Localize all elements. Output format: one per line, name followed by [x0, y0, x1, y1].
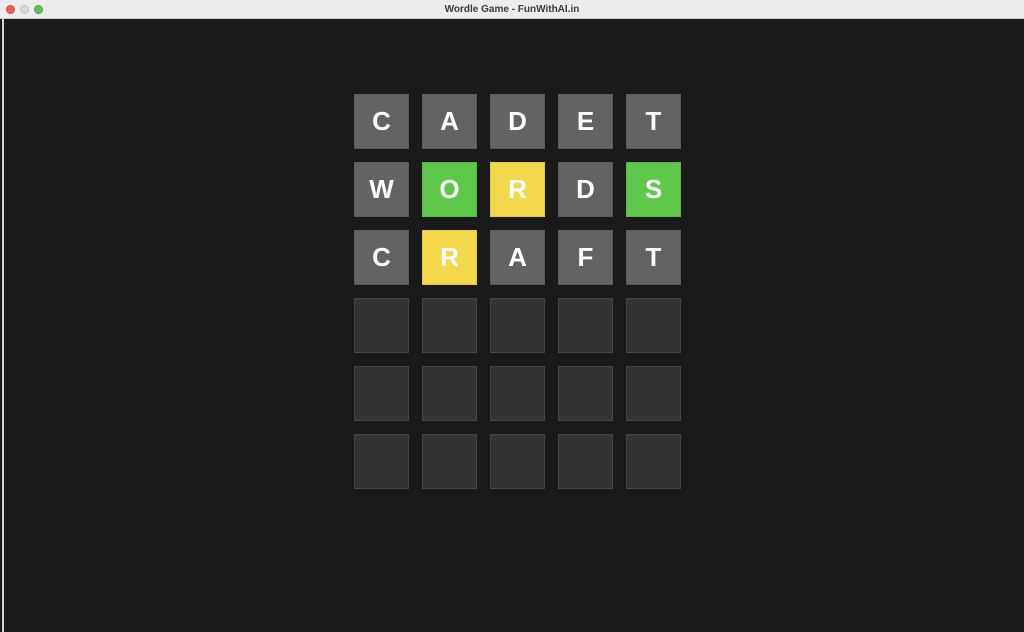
letter-tile: T [626, 94, 681, 149]
letter-tile [354, 298, 409, 353]
letter-tile [354, 366, 409, 421]
letter-tile: D [490, 94, 545, 149]
board-row-1: CADET [354, 94, 682, 149]
letter-tile [422, 366, 477, 421]
board-row-5 [354, 366, 682, 421]
letter-tile: D [558, 162, 613, 217]
letter-tile [422, 434, 477, 489]
window-left-border [2, 19, 4, 632]
letter-tile: R [490, 162, 545, 217]
board-row-6 [354, 434, 682, 489]
letter-tile [422, 298, 477, 353]
letter-tile [558, 366, 613, 421]
letter-tile: C [354, 94, 409, 149]
letter-tile: T [626, 230, 681, 285]
letter-tile [490, 366, 545, 421]
letter-tile [490, 434, 545, 489]
letter-tile: F [558, 230, 613, 285]
letter-tile [490, 298, 545, 353]
letter-tile: A [422, 94, 477, 149]
board-row-3: CRAFT [354, 230, 682, 285]
letter-tile: O [422, 162, 477, 217]
letter-tile [626, 298, 681, 353]
letter-tile: R [422, 230, 477, 285]
letter-tile [354, 434, 409, 489]
board-row-4 [354, 298, 682, 353]
letter-tile: W [354, 162, 409, 217]
letter-tile [558, 298, 613, 353]
letter-tile: C [354, 230, 409, 285]
letter-tile [626, 366, 681, 421]
app-window: Wordle Game - FunWithAI.in CADETWORDSCRA… [0, 0, 1024, 632]
board-row-2: WORDS [354, 162, 682, 217]
letter-tile: A [490, 230, 545, 285]
letter-tile [558, 434, 613, 489]
window-title: Wordle Game - FunWithAI.in [444, 4, 580, 15]
title-bar: Wordle Game - FunWithAI.in [0, 0, 1024, 19]
letter-tile: E [558, 94, 613, 149]
letter-tile: S [626, 162, 681, 217]
letter-tile [626, 434, 681, 489]
